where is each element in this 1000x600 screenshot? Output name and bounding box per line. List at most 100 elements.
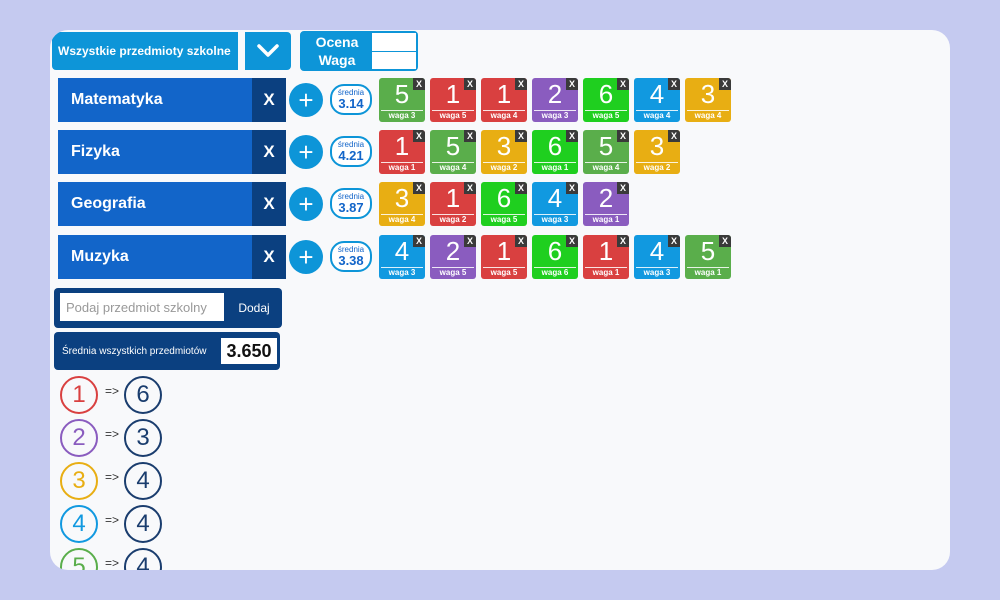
remove-grade-button[interactable]: X	[668, 78, 680, 90]
grade-weight: waga 1	[687, 267, 729, 277]
grade-weight: waga 5	[483, 214, 525, 224]
grade-weight: waga 4	[687, 110, 729, 120]
grade-tile[interactable]: 3 Xwaga 4	[379, 182, 425, 226]
grade-tile[interactable]: 6 Xwaga 1	[532, 130, 578, 174]
remove-subject-button[interactable]: X	[252, 182, 286, 226]
add-grade-button[interactable]: +	[289, 240, 323, 274]
converted-grade-circle: 3	[124, 419, 162, 457]
waga-input[interactable]	[372, 51, 416, 69]
remove-grade-button[interactable]: X	[719, 235, 731, 247]
app-card: Wszystkie przedmioty szkolne Ocena Waga …	[50, 30, 950, 570]
conversion-arrow: =>	[105, 427, 120, 441]
grade-tile[interactable]: 3 Xwaga 4	[685, 78, 731, 122]
subject-average-badge: średnia 4.21	[330, 136, 372, 167]
original-grade-circle: 3	[60, 462, 98, 500]
grade-tile[interactable]: 1 Xwaga 2	[430, 182, 476, 226]
remove-grade-button[interactable]: X	[719, 78, 731, 90]
grade-tile[interactable]: 4 Xwaga 3	[634, 235, 680, 279]
grade-entry-inputs	[372, 33, 416, 69]
grade-list: 5 Xwaga 3 1 Xwaga 5 1 Xwaga 4 2 Xwaga 3 6 Xwaga 5…	[379, 78, 731, 122]
remove-grade-button[interactable]: X	[413, 78, 425, 90]
add-grade-button[interactable]: +	[289, 83, 323, 117]
grade-tile[interactable]: 1 Xwaga 4	[481, 78, 527, 122]
add-grade-button[interactable]: +	[289, 135, 323, 169]
grade-tile[interactable]: 1 Xwaga 5	[430, 78, 476, 122]
plus-icon: +	[298, 85, 314, 115]
subject-average-badge: średnia 3.38	[330, 241, 372, 272]
grade-tile[interactable]: 5 Xwaga 4	[583, 130, 629, 174]
conversion-row: 5 => 4	[60, 548, 180, 570]
remove-grade-button[interactable]: X	[515, 130, 527, 142]
grade-tile[interactable]: 3 Xwaga 2	[634, 130, 680, 174]
grade-tile[interactable]: 5 Xwaga 3	[379, 78, 425, 122]
remove-grade-button[interactable]: X	[566, 182, 578, 194]
grade-list: 3 Xwaga 4 1 Xwaga 2 6 Xwaga 5 4 Xwaga 3 2 Xwaga 1	[379, 182, 629, 226]
remove-grade-button[interactable]: X	[566, 235, 578, 247]
remove-grade-button[interactable]: X	[413, 130, 425, 142]
remove-grade-button[interactable]: X	[617, 235, 629, 247]
subject-filter-dropdown-button[interactable]	[245, 32, 291, 70]
grade-tile[interactable]: 5 Xwaga 1	[685, 235, 731, 279]
ocena-input[interactable]	[372, 33, 416, 52]
subject-row: Fizyka X + średnia 4.21 1 Xwaga 1 5 Xwaga 4 3 Xwag…	[58, 130, 938, 174]
grade-weight: waga 3	[534, 110, 576, 120]
remove-grade-button[interactable]: X	[515, 182, 527, 194]
remove-subject-button[interactable]: X	[252, 78, 286, 122]
remove-grade-button[interactable]: X	[413, 182, 425, 194]
subject-name: Matematyka	[58, 78, 252, 122]
add-grade-button[interactable]: +	[289, 187, 323, 221]
remove-grade-button[interactable]: X	[617, 182, 629, 194]
conversion-arrow: =>	[105, 470, 120, 484]
subject-filter-label: Wszystkie przedmioty szkolne	[58, 44, 231, 58]
grade-tile[interactable]: 4 Xwaga 4	[634, 78, 680, 122]
grade-tile[interactable]: 4 Xwaga 3	[532, 182, 578, 226]
grade-weight: waga 5	[585, 110, 627, 120]
remove-grade-button[interactable]: X	[413, 235, 425, 247]
grade-tile[interactable]: 2 Xwaga 3	[532, 78, 578, 122]
grade-list: 1 Xwaga 1 5 Xwaga 4 3 Xwaga 2 6 Xwaga 1 5 Xwaga 4…	[379, 130, 680, 174]
remove-grade-button[interactable]: X	[464, 78, 476, 90]
conversion-arrow: =>	[105, 556, 120, 570]
add-subject-button[interactable]: Dodaj	[226, 288, 282, 328]
conversion-row: 3 => 4	[60, 462, 180, 502]
grade-tile[interactable]: 6 Xwaga 6	[532, 235, 578, 279]
grade-tile[interactable]: 2 Xwaga 5	[430, 235, 476, 279]
remove-grade-button[interactable]: X	[668, 130, 680, 142]
grade-weight: waga 1	[585, 214, 627, 224]
remove-grade-button[interactable]: X	[515, 235, 527, 247]
grade-tile[interactable]: 2 Xwaga 1	[583, 182, 629, 226]
remove-grade-button[interactable]: X	[617, 130, 629, 142]
remove-grade-button[interactable]: X	[464, 182, 476, 194]
subject-name-input[interactable]	[60, 293, 224, 321]
remove-grade-button[interactable]: X	[617, 78, 629, 90]
grade-tile[interactable]: 3 Xwaga 2	[481, 130, 527, 174]
grade-weight: waga 4	[432, 162, 474, 172]
grade-tile[interactable]: 4 Xwaga 3	[379, 235, 425, 279]
remove-grade-button[interactable]: X	[566, 78, 578, 90]
grade-weight: waga 3	[381, 267, 423, 277]
grade-tile[interactable]: 1 Xwaga 1	[379, 130, 425, 174]
remove-grade-button[interactable]: X	[515, 78, 527, 90]
grade-tile[interactable]: 6 Xwaga 5	[481, 182, 527, 226]
remove-grade-button[interactable]: X	[566, 130, 578, 142]
grade-weight: waga 1	[585, 267, 627, 277]
grade-weight: waga 5	[483, 267, 525, 277]
remove-grade-button[interactable]: X	[464, 235, 476, 247]
subject-filter-select[interactable]: Wszystkie przedmioty szkolne	[52, 32, 238, 70]
grade-tile[interactable]: 6 Xwaga 5	[583, 78, 629, 122]
grade-entry-box: Ocena Waga	[300, 31, 418, 71]
plus-icon: +	[298, 189, 314, 219]
subject-row: Matematyka X + średnia 3.14 5 Xwaga 3 1 Xwaga 51…	[58, 78, 938, 122]
conversion-arrow: =>	[105, 384, 120, 398]
plus-icon: +	[298, 137, 314, 167]
remove-grade-button[interactable]: X	[464, 130, 476, 142]
original-grade-circle: 4	[60, 505, 98, 543]
remove-grade-button[interactable]: X	[668, 235, 680, 247]
remove-subject-button[interactable]: X	[252, 235, 286, 279]
grade-tile[interactable]: 1 Xwaga 1	[583, 235, 629, 279]
grade-tile[interactable]: 1 Xwaga 5	[481, 235, 527, 279]
subject-name: Fizyka	[58, 130, 252, 174]
grade-entry-labels: Ocena Waga	[302, 33, 372, 69]
remove-subject-button[interactable]: X	[252, 130, 286, 174]
grade-tile[interactable]: 5 Xwaga 4	[430, 130, 476, 174]
